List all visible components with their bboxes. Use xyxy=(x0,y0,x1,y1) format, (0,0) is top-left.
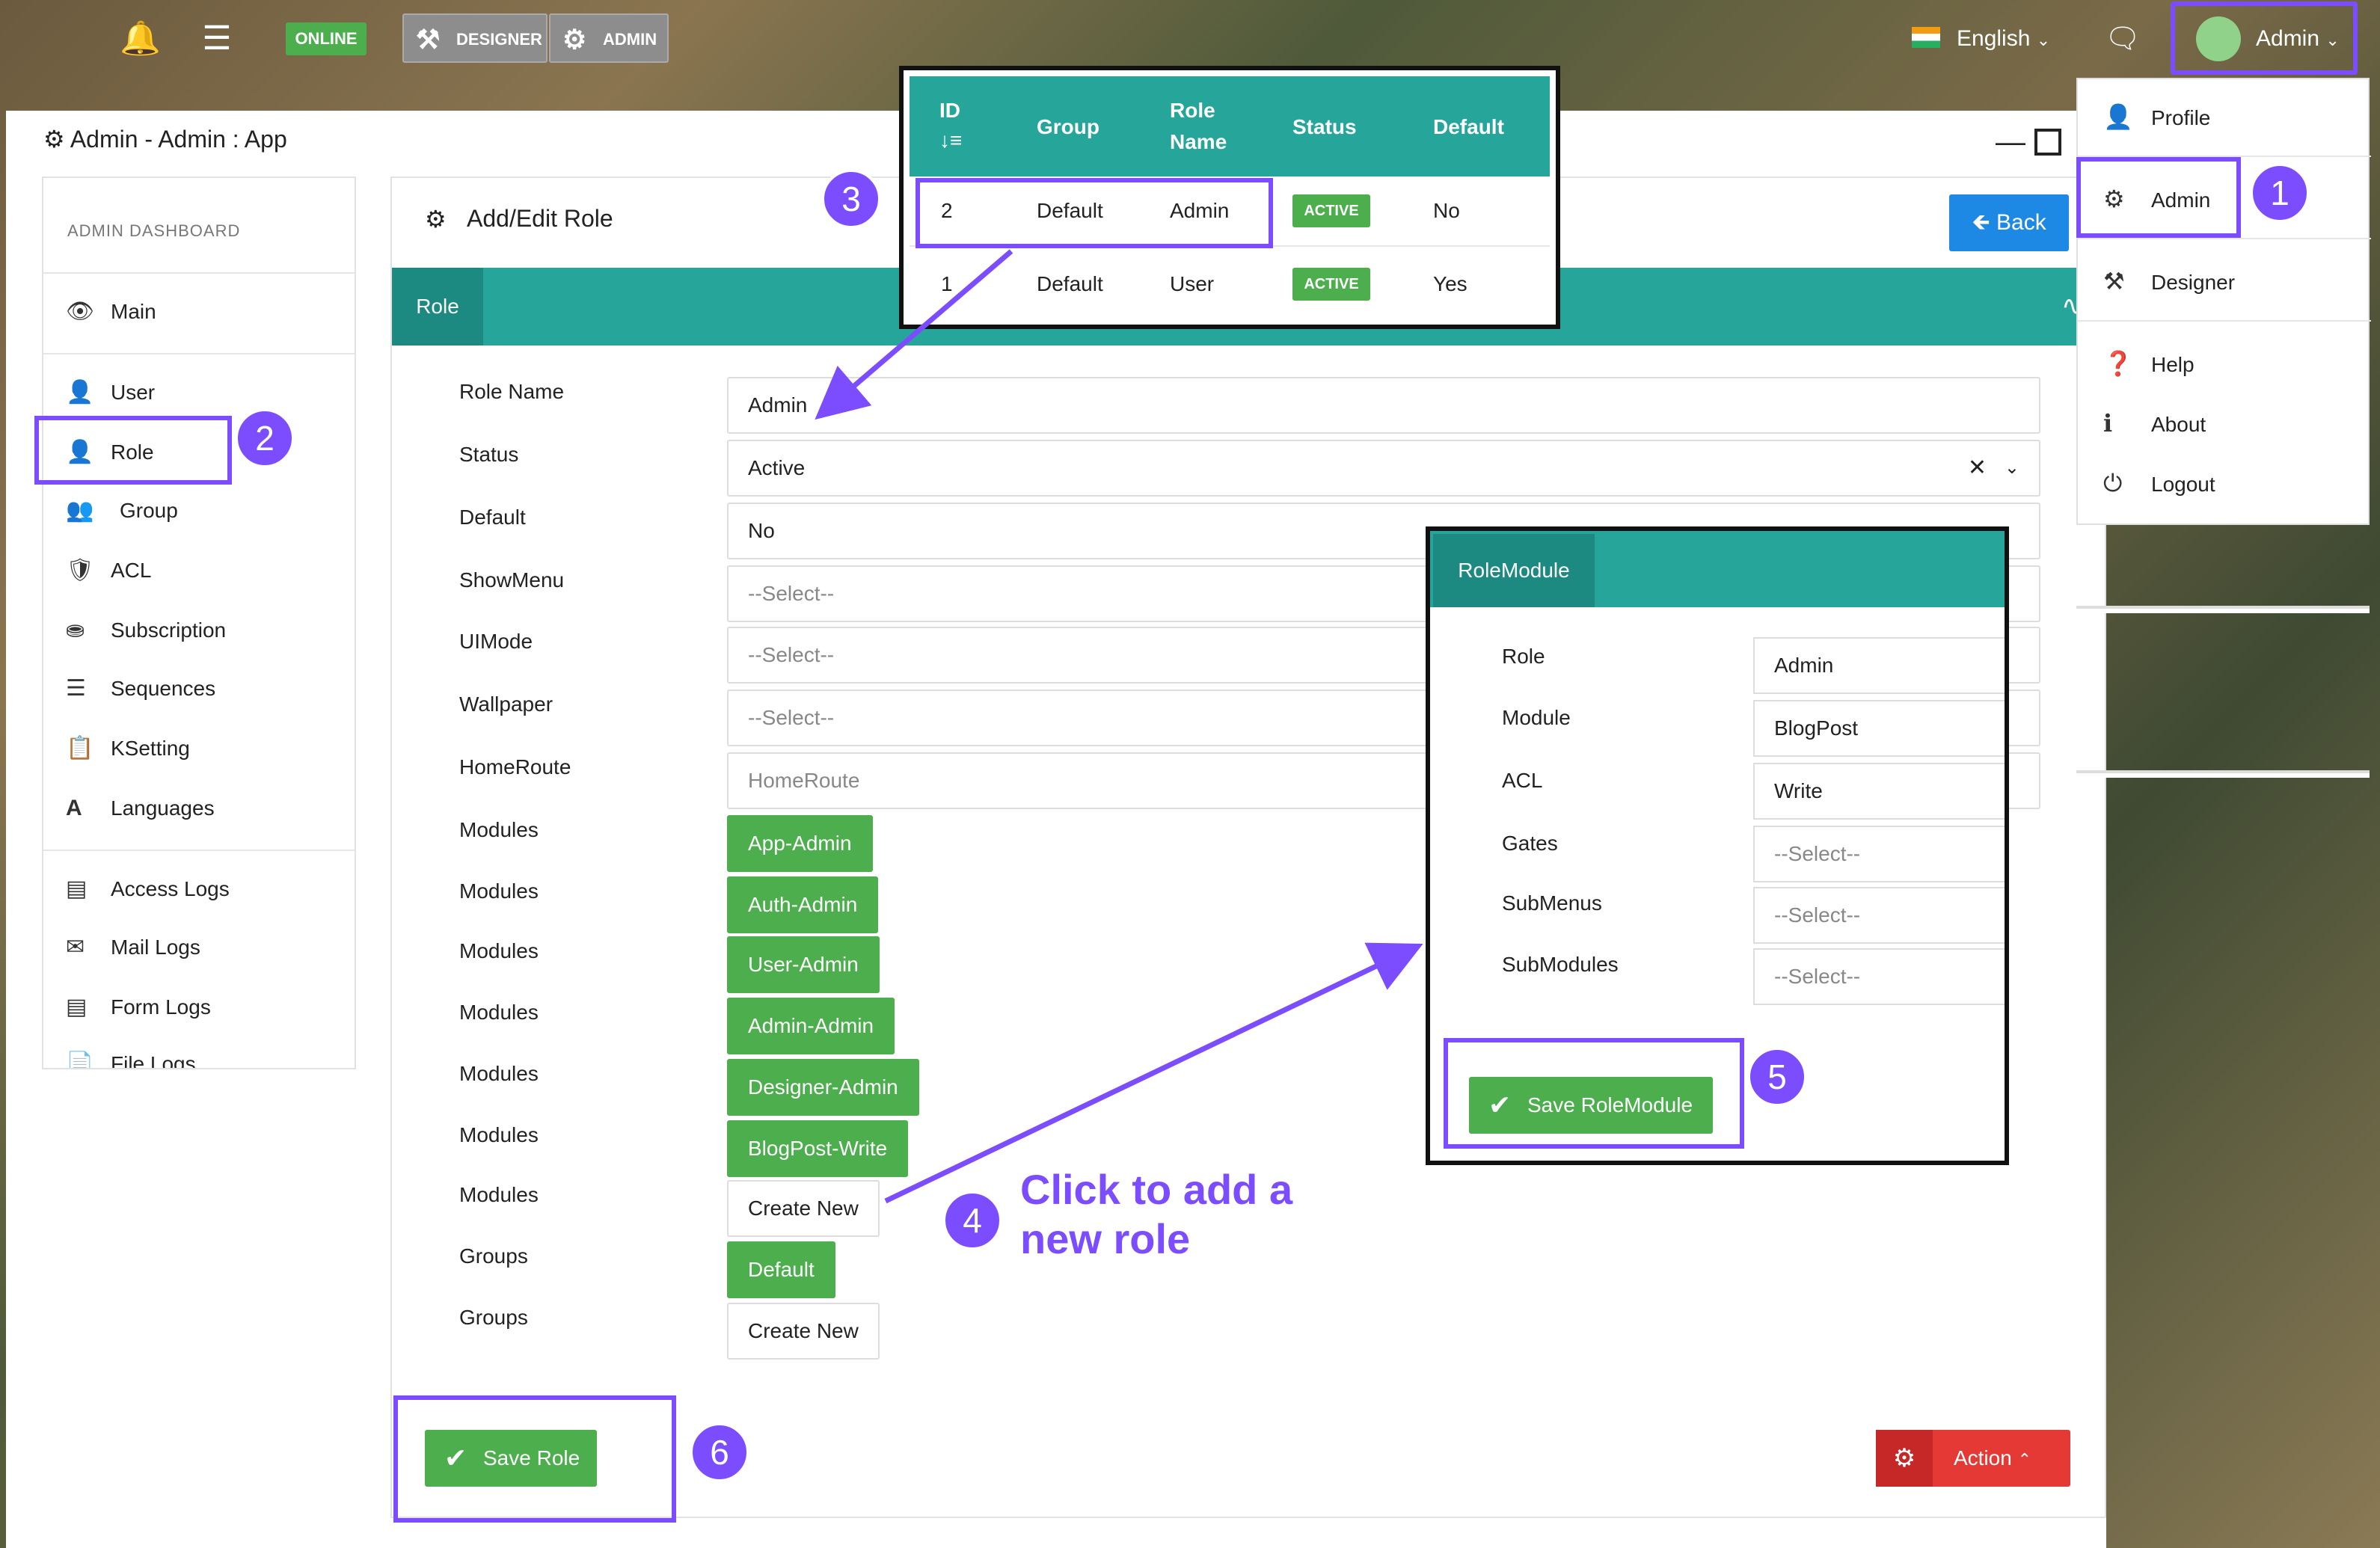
callout-1: 1 xyxy=(2250,163,2310,223)
callout-5: 5 xyxy=(1747,1047,1807,1107)
callout-2: 2 xyxy=(235,408,295,468)
annotation-arrows xyxy=(815,249,1423,1204)
callout-6: 6 xyxy=(690,1422,749,1482)
callout-3: 3 xyxy=(821,169,881,229)
arrow-create-to-rolemodule xyxy=(884,942,1423,1204)
arrow-row-to-name xyxy=(815,249,1013,420)
annotation-text: Click to add a new role xyxy=(1020,1166,1293,1262)
callout-4: 4 xyxy=(942,1191,1002,1250)
